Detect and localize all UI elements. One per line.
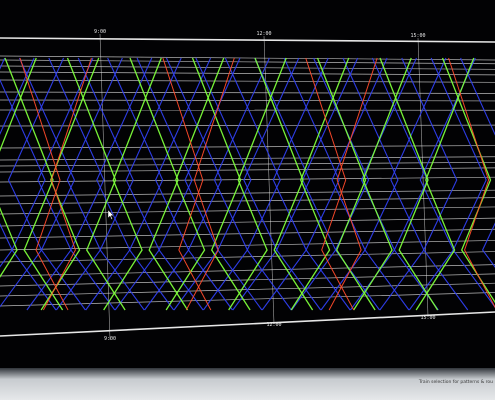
green-train-path — [4, 57, 64, 311]
hour-marker-line — [99, 33, 111, 341]
station-line — [0, 65, 495, 70]
blue-train-path — [0, 57, 35, 268]
station-line — [0, 59, 495, 65]
station-line — [0, 206, 495, 215]
station-line — [0, 79, 495, 83]
bottom-time-label-2: 12:00 — [266, 322, 282, 328]
green-train-path — [40, 57, 100, 311]
green-train-path — [228, 57, 287, 311]
top-time-label-1: 9:00 — [93, 29, 107, 35]
train-graph-screen: 9:00 12:00 15:00 9:00 12:00 15:00 Train … — [0, 0, 495, 400]
red-train-path — [448, 57, 495, 309]
station-line — [0, 91, 495, 94]
hour-marker-line — [263, 35, 275, 325]
top-time-label-2: 12:00 — [256, 31, 272, 37]
station-line — [0, 55, 495, 61]
station-line — [0, 264, 495, 277]
train-diagram-canvas[interactable] — [0, 0, 495, 400]
top-time-label-3: 15:00 — [410, 33, 426, 39]
red-train-path — [305, 57, 355, 311]
status-bar-text: Train selection for patterns & rou — [418, 380, 493, 385]
green-train-path — [353, 57, 412, 311]
red-train-path — [19, 57, 69, 311]
bottom-time-label-3: 15:00 — [420, 315, 436, 321]
blue-train-path — [460, 57, 495, 268]
green-train-path — [0, 57, 37, 278]
bottom-time-label-1: 9:00 — [103, 336, 117, 342]
arrow-cursor-icon — [108, 210, 114, 220]
station-line — [0, 145, 495, 149]
station-line — [0, 217, 495, 227]
station-line — [0, 124, 495, 127]
green-train-path — [415, 57, 475, 311]
